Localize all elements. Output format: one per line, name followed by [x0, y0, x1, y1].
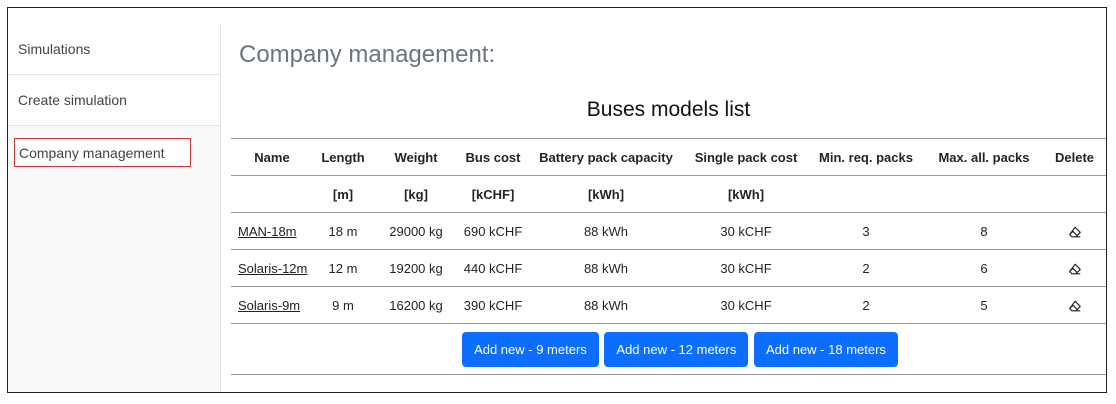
- bus-name-link[interactable]: Solaris-12m: [238, 261, 307, 276]
- column-header: Weight: [373, 138, 459, 176]
- eraser-icon[interactable]: [1068, 299, 1082, 313]
- min-packs: 2: [807, 286, 925, 324]
- table-row: Solaris-9m 9 m 16200 kg 390 kCHF 88 kWh …: [231, 286, 1106, 324]
- bus-cost: 440 kCHF: [459, 249, 527, 287]
- unit-header: [925, 175, 1043, 213]
- eraser-icon[interactable]: [1068, 225, 1082, 239]
- column-header: Single pack cost: [685, 138, 807, 176]
- sidebar-item-label: Create simulation: [18, 92, 127, 108]
- column-header: Min. req. packs: [807, 138, 925, 176]
- eraser-icon[interactable]: [1068, 262, 1082, 276]
- bus-name-link[interactable]: Solaris-9m: [238, 298, 300, 313]
- table-row: MAN-18m 18 m 29000 kg 690 kCHF 88 kWh 30…: [231, 212, 1106, 250]
- page-title: Company management:: [239, 41, 496, 68]
- bus-length: 12 m: [313, 249, 373, 287]
- sidebar-item-company-management[interactable]: Company management: [8, 126, 220, 176]
- pack-cost: 30 kCHF: [685, 249, 807, 287]
- unit-header: [kWh]: [527, 175, 685, 213]
- table-units-row: [m] [kg] [kCHF] [kWh] [kWh]: [231, 175, 1106, 213]
- main-content: Company management: Buses models list Na…: [231, 8, 1106, 392]
- unit-header: [kg]: [373, 175, 459, 213]
- column-header: Delete: [1043, 138, 1106, 176]
- column-header: Max. all. packs: [925, 138, 1043, 176]
- bus-cost: 690 kCHF: [459, 212, 527, 250]
- bus-length: 9 m: [313, 286, 373, 324]
- bus-weight: 29000 kg: [373, 212, 459, 250]
- pack-cost: 30 kCHF: [685, 286, 807, 324]
- add-9m-button[interactable]: Add new - 9 meters: [462, 331, 599, 367]
- table-row: Solaris-12m 12 m 19200 kg 440 kCHF 88 kW…: [231, 249, 1106, 287]
- max-packs: 6: [925, 249, 1043, 287]
- bus-name-link[interactable]: MAN-18m: [238, 224, 297, 239]
- unit-header: [807, 175, 925, 213]
- add-18m-button[interactable]: Add new - 18 meters: [753, 331, 898, 367]
- bus-length: 18 m: [313, 212, 373, 250]
- sidebar-item-label: Simulations: [18, 41, 91, 57]
- button-row: Add new - 9 meters Add new - 12 meters A…: [231, 323, 1106, 375]
- buses-table: Name Length Weight Bus cost Battery pack…: [231, 138, 1106, 375]
- table-header-row: Name Length Weight Bus cost Battery pack…: [231, 138, 1106, 176]
- add-12m-button[interactable]: Add new - 12 meters: [604, 331, 749, 367]
- sidebar: Simulations Create simulation Company ma…: [8, 24, 221, 392]
- min-packs: 2: [807, 249, 925, 287]
- column-header: Bus cost: [459, 138, 527, 176]
- battery-capacity: 88 kWh: [527, 212, 685, 250]
- unit-header: [m]: [313, 175, 373, 213]
- max-packs: 8: [925, 212, 1043, 250]
- sidebar-item-create-simulation[interactable]: Create simulation: [8, 75, 220, 126]
- sidebar-item-simulations[interactable]: Simulations: [8, 24, 220, 75]
- pack-cost: 30 kCHF: [685, 212, 807, 250]
- unit-header: [kCHF]: [459, 175, 527, 213]
- min-packs: 3: [807, 212, 925, 250]
- bus-cost: 390 kCHF: [459, 286, 527, 324]
- unit-header: [231, 175, 313, 213]
- bus-weight: 19200 kg: [373, 249, 459, 287]
- unit-header: [1043, 175, 1106, 213]
- column-header: Length: [313, 138, 373, 176]
- sidebar-item-label: Company management: [14, 138, 191, 167]
- bus-weight: 16200 kg: [373, 286, 459, 324]
- battery-capacity: 88 kWh: [527, 249, 685, 287]
- battery-capacity: 88 kWh: [527, 286, 685, 324]
- column-header: Battery pack capacity: [527, 138, 685, 176]
- unit-header: [kWh]: [685, 175, 807, 213]
- max-packs: 5: [925, 286, 1043, 324]
- column-header: Name: [231, 138, 313, 176]
- buses-list-title: Buses models list: [586, 98, 751, 121]
- app-window: Simulations Create simulation Company ma…: [7, 7, 1107, 393]
